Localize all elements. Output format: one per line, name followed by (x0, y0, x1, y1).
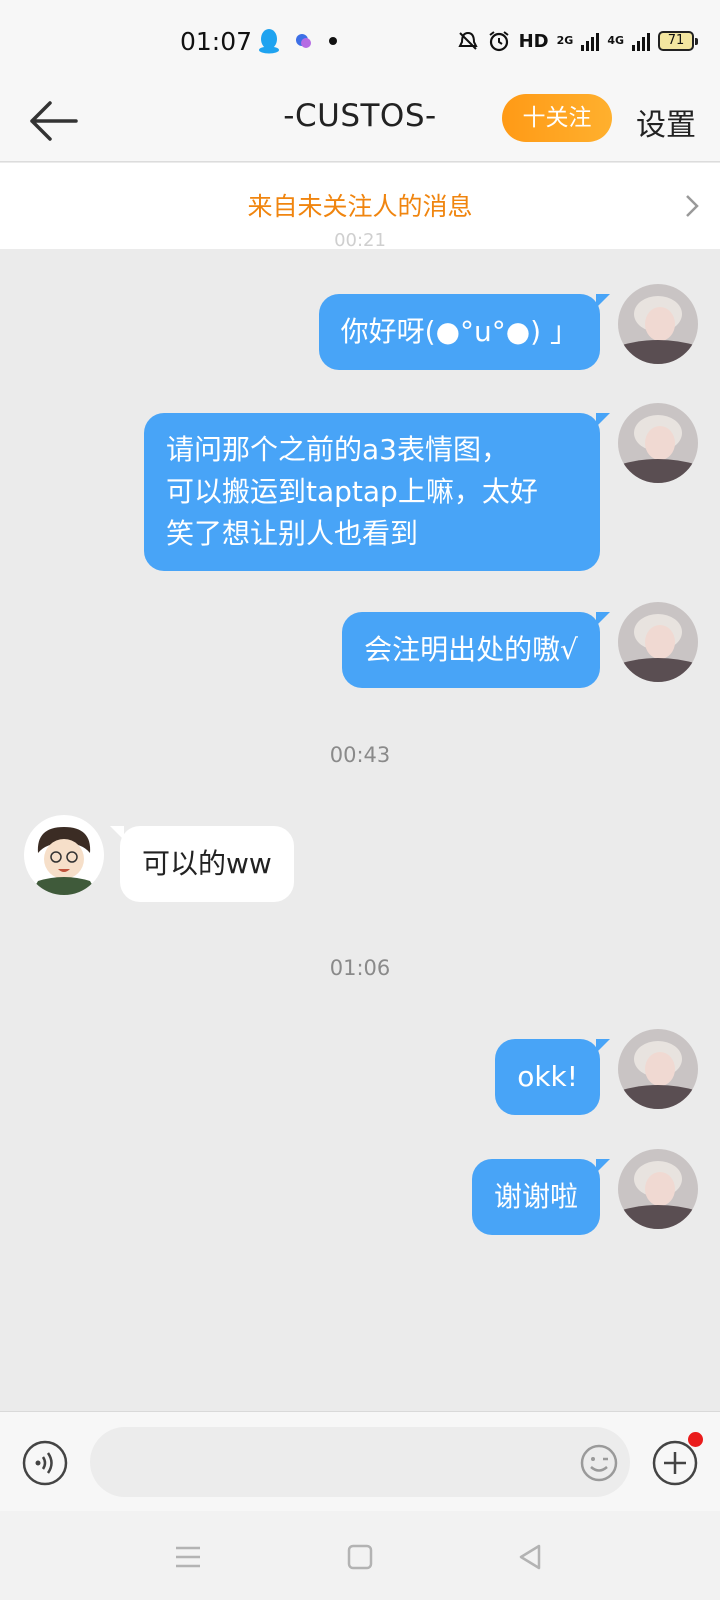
timestamp: 01:06 (329, 956, 391, 980)
signal-4g-label: 4G (607, 34, 624, 47)
status-time: 01:07 (180, 27, 253, 56)
outgoing-message[interactable]: 你好呀(●°u°●) 」 (318, 294, 611, 370)
my-avatar[interactable] (618, 602, 698, 682)
follow-button[interactable]: 十关注 (502, 94, 612, 142)
my-avatar[interactable] (618, 284, 698, 364)
back-triangle-icon[interactable] (514, 1541, 546, 1573)
outgoing-message[interactable]: 谢谢啦 (471, 1159, 611, 1235)
mute-bell-icon (457, 31, 478, 50)
timestamp: 00:43 (329, 743, 391, 767)
message-input-bar (0, 1411, 720, 1511)
hd-label: HD (518, 30, 549, 52)
voice-icon[interactable] (22, 1440, 68, 1486)
message-input[interactable] (90, 1427, 630, 1497)
signal-bars-icon (632, 33, 650, 51)
home-icon[interactable] (344, 1541, 376, 1573)
system-nav-bar (0, 1511, 720, 1600)
menu-icon[interactable] (172, 1541, 204, 1573)
my-avatar[interactable] (618, 1029, 698, 1109)
emoji-icon[interactable] (580, 1444, 618, 1482)
outgoing-message[interactable]: 会注明出处的嗷√ (342, 612, 610, 688)
signal-bars-icon (581, 33, 600, 51)
app-swirl-icon (296, 34, 311, 48)
incoming-message[interactable]: 可以的ww (110, 826, 294, 902)
status-bar: 01:07 HD 2G 4G 71 (0, 0, 720, 80)
page-title: -CUSTOS- (283, 98, 437, 134)
chat-area[interactable]: 你好呀(●°u°●) 」 请问那个之前的a3表情图， 可以搬运到taptap上嘛… (0, 249, 720, 1411)
title-bar: -CUSTOS- 十关注 设置 (0, 80, 720, 162)
outgoing-message[interactable]: 请问那个之前的a3表情图， 可以搬运到taptap上嘛，太好 笑了想让别人也看到 (144, 413, 610, 571)
notice-text: 来自未关注人的消息 (247, 192, 473, 221)
contact-avatar[interactable] (24, 815, 104, 895)
dot-icon (329, 37, 337, 45)
chevron-right-icon (686, 195, 699, 217)
settings-button[interactable]: 设置 (636, 100, 696, 144)
signal-2g-label: 2G (556, 34, 574, 47)
outgoing-message[interactable]: okk! (495, 1039, 610, 1115)
my-avatar[interactable] (618, 403, 698, 483)
battery-icon: 71 (658, 31, 698, 51)
alarm-icon (489, 31, 509, 52)
qq-penguin-icon (259, 29, 279, 54)
my-avatar[interactable] (618, 1149, 698, 1229)
notification-dot (688, 1432, 703, 1447)
partially-hidden-timestamp: 00:21 (334, 230, 386, 251)
